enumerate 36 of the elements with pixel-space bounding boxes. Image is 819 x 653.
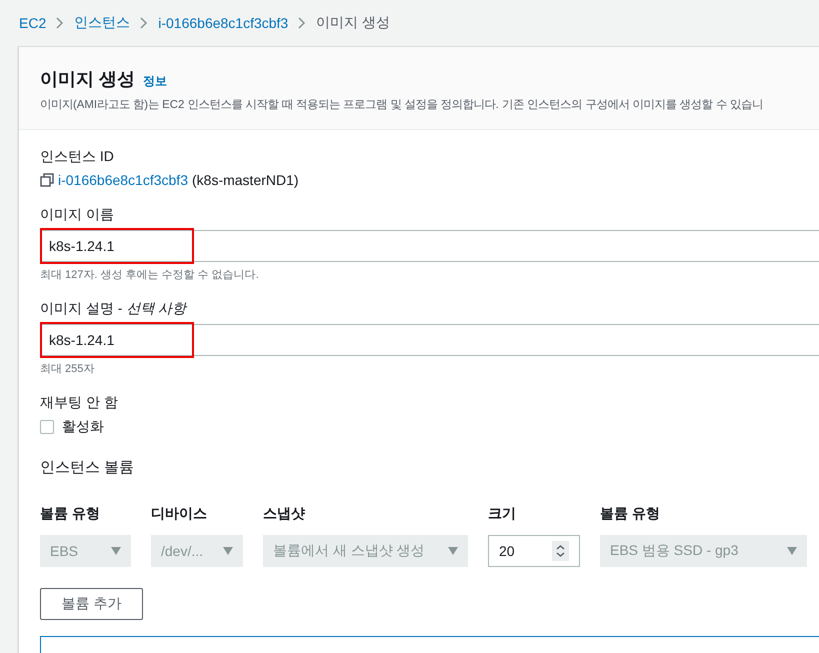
number-input[interactable]: 20 <box>488 535 580 567</box>
field-hint: 최대 127자. 생성 후에는 수정할 수 없습니다. <box>40 268 260 282</box>
breadcrumb-link[interactable]: i-0166b6e8c1cf3cbf3 <box>158 15 288 31</box>
field-label: 이미지 설명 - 선택 사항 <box>40 300 188 318</box>
checkbox[interactable] <box>40 420 54 434</box>
breadcrumb-link[interactable]: 인스턴스 <box>74 14 130 32</box>
caret-icon <box>448 547 458 555</box>
field-label: 인스턴스 ID <box>40 148 115 166</box>
instance-name: (k8s-masterND1) <box>192 172 299 188</box>
chevron-icon <box>298 17 306 29</box>
column-header: 디바이스 <box>151 505 208 523</box>
text-input[interactable]: k8s-1.24.1 <box>40 324 819 356</box>
page-title: 이미지 생성 <box>40 68 136 91</box>
caret-icon <box>223 547 233 555</box>
info-link[interactable]: 정보 <box>143 73 168 90</box>
caret-icon <box>111 547 121 555</box>
breadcrumb-link[interactable]: EC2 <box>19 15 46 31</box>
column-header: 스냅샷 <box>263 505 306 523</box>
column-header: 크기 <box>488 505 517 523</box>
field-label: 이미지 이름 <box>40 206 115 224</box>
field-hint: 최대 255자 <box>40 362 96 376</box>
chevron-icon <box>140 17 148 29</box>
instance-id-link[interactable]: i-0166b6e8c1cf3cbf3 <box>58 172 188 188</box>
column-header: 볼륨 유형 <box>40 505 101 523</box>
field-label: 재부팅 안 함 <box>40 394 119 412</box>
spinner-icon[interactable] <box>552 541 569 561</box>
breadcrumb-current: 이미지 생성 <box>316 14 390 32</box>
copy-icon[interactable] <box>40 173 54 187</box>
chevron-icon <box>56 17 64 29</box>
page-description: 이미지(AMI라고도 함)는 EC2 인스턴스를 시작할 때 적용되는 프로그램 및 설정을 정의합니다. 기존 인스턴스의 구성에서 이미지를 생성할 수 있습니 <box>40 98 764 112</box>
checkbox-label: 활성화 <box>62 418 104 436</box>
caret-icon <box>787 547 797 555</box>
section-title: 인스턴스 볼륨 <box>40 458 136 477</box>
text-input[interactable]: k8s-1.24.1 <box>40 230 819 262</box>
add-volume-button[interactable]: 볼륨 추가 <box>40 588 143 620</box>
column-header: 볼륨 유형 <box>600 505 661 523</box>
